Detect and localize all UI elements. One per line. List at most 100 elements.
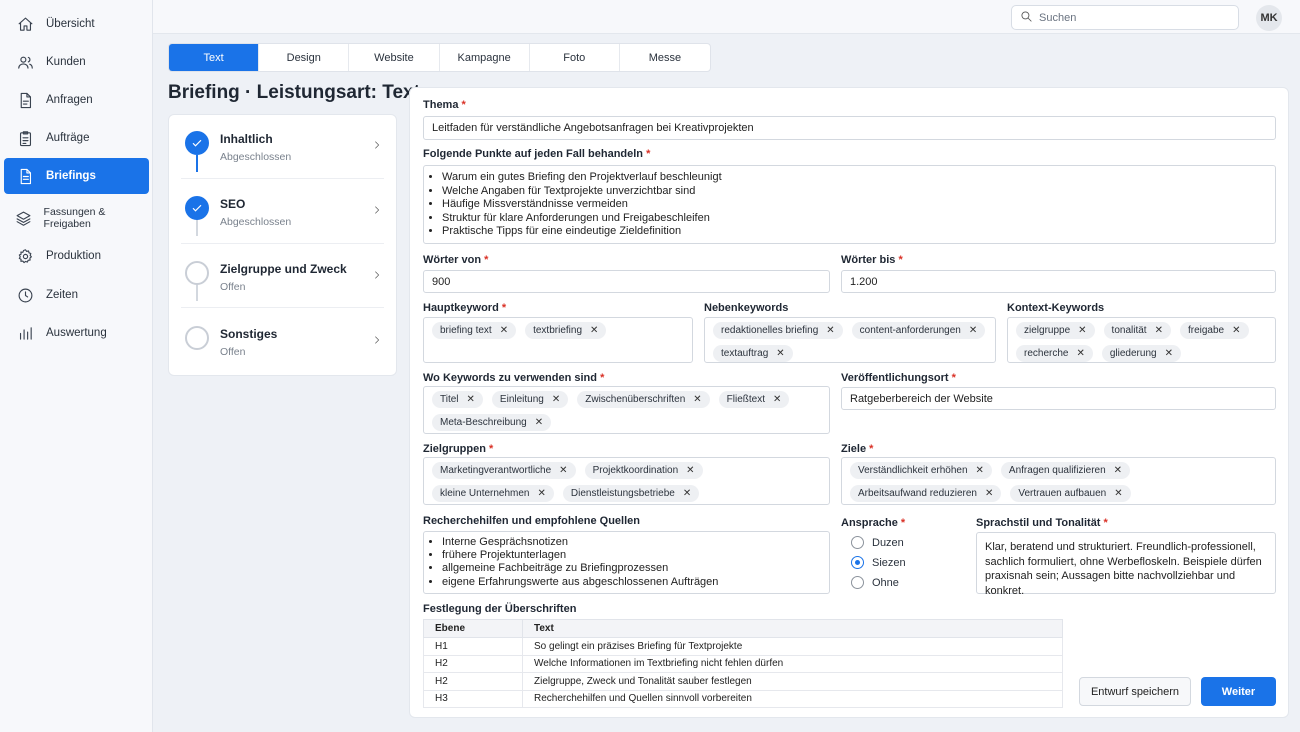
remove-chip-icon[interactable]: ✕ xyxy=(976,465,984,476)
remove-chip-icon[interactable]: ✕ xyxy=(559,465,567,476)
remove-chip-icon[interactable]: ✕ xyxy=(538,488,546,499)
veroeffentlichungsort-input[interactable]: Ratgeberbereich der Website xyxy=(841,387,1276,410)
table-row[interactable]: H2 Zielgruppe, Zweck und Tonalität saube… xyxy=(423,672,1063,691)
step-sonstiges[interactable]: Sonstiges Offen xyxy=(169,310,398,374)
remove-chip-icon[interactable]: ✕ xyxy=(776,348,784,359)
clipboard-icon xyxy=(4,130,46,147)
search-input[interactable] xyxy=(1039,11,1219,24)
table-row[interactable]: H1 So gelingt ein präzises Briefing für … xyxy=(423,637,1063,656)
remove-chip-icon[interactable]: ✕ xyxy=(1076,348,1084,359)
nav-item-zeiten[interactable]: Zeiten xyxy=(4,277,149,313)
bullet-item: Warum ein gutes Briefing den Projektverl… xyxy=(442,171,1267,185)
step-state: Abgeschlossen xyxy=(220,216,292,228)
avatar[interactable]: MK xyxy=(1256,5,1282,31)
radio-ohne[interactable]: Ohne xyxy=(851,576,899,589)
home-icon xyxy=(4,16,46,33)
sprachstil-textarea[interactable]: Klar, beratend und strukturiert. Freundl… xyxy=(976,532,1276,597)
nav-item-auswertung[interactable]: Auswertung xyxy=(4,315,149,351)
nebenkeywords-chip-input[interactable]: redaktionelles briefing ✕ content-anforde… xyxy=(704,317,996,363)
remove-chip-icon[interactable]: ✕ xyxy=(535,417,543,428)
tab-kampagne[interactable]: Kampagne xyxy=(440,44,530,71)
remove-chip-icon[interactable]: ✕ xyxy=(1078,325,1086,336)
step-seo[interactable]: SEO Abgeschlossen xyxy=(169,180,398,244)
nav-item-uebersicht[interactable]: Übersicht xyxy=(4,6,149,42)
radio-button-selected[interactable] xyxy=(851,556,864,569)
audience-chip: Dienstleistungsbetriebe ✕ xyxy=(562,485,700,502)
nav-item-briefings[interactable]: Briefings xyxy=(4,158,149,194)
tab-text[interactable]: Text xyxy=(169,44,260,71)
table-cell: H3 xyxy=(423,689,523,708)
nav-item-kunden[interactable]: Kunden xyxy=(4,44,149,80)
remove-chip-icon[interactable]: ✕ xyxy=(773,394,781,405)
bullet-item: allgemeine Fachbeiträge zu Briefingproze… xyxy=(442,562,821,575)
document-icon xyxy=(4,92,46,109)
remove-chip-icon[interactable]: ✕ xyxy=(552,394,560,405)
remove-chip-icon[interactable]: ✕ xyxy=(1165,348,1173,359)
table-row[interactable]: H3 Recherchehilfen und Quellen sinnvoll … xyxy=(423,689,1063,708)
remove-chip-icon[interactable]: ✕ xyxy=(693,394,701,405)
keyword-orte-chip-input[interactable]: Titel ✕ Einleitung ✕ Zwischenüberschriften… xyxy=(423,386,830,434)
thema-input[interactable]: Leitfaden für verständliche Angebotsanfr… xyxy=(423,116,1276,140)
sidebar: Übersicht Kunden Anfragen Aufträge Brief… xyxy=(0,0,153,732)
empty-circle-icon xyxy=(185,326,209,350)
check-icon xyxy=(185,131,209,155)
ziele-label: Ziele * xyxy=(841,443,874,455)
keyword-chip: zielgruppe ✕ xyxy=(1016,322,1095,339)
radio-duzen[interactable]: Duzen xyxy=(851,536,904,549)
remove-chip-icon[interactable]: ✕ xyxy=(1114,488,1122,499)
veroeffentlichungsort-label: Veröffentlichungsort * xyxy=(841,372,956,384)
nav-item-produktion[interactable]: Produktion xyxy=(4,238,149,274)
goal-chip: Arbeitsaufwand reduzieren ✕ xyxy=(850,485,1002,502)
tab-design[interactable]: Design xyxy=(259,44,350,71)
remove-chip-icon[interactable]: ✕ xyxy=(590,325,598,336)
save-draft-button[interactable]: Entwurf speichern xyxy=(1079,677,1191,706)
nav-item-auftraege[interactable]: Aufträge xyxy=(4,120,149,156)
table-row[interactable]: H2 Welche Informationen im Textbriefing … xyxy=(423,654,1063,673)
ziele-chip-input[interactable]: Verständlichkeit erhöhen ✕ Anfragen quali… xyxy=(841,457,1276,505)
remove-chip-icon[interactable]: ✕ xyxy=(826,325,834,336)
step-name: Zielgruppe und Zweck xyxy=(220,262,347,276)
punkte-textarea[interactable]: Warum ein gutes Briefing den Projektverl… xyxy=(423,165,1276,244)
nav-label: Anfragen xyxy=(46,94,93,106)
search-box[interactable] xyxy=(1011,5,1239,30)
remove-chip-icon[interactable]: ✕ xyxy=(686,465,694,476)
service-type-tabs: Text Design Website Kampagne Foto Messe xyxy=(168,43,711,72)
radio-button[interactable] xyxy=(851,536,864,549)
step-zielgruppe-zweck[interactable]: Zielgruppe und Zweck Offen xyxy=(169,245,398,309)
step-inhaltlich[interactable]: Inhaltlich Abgeschlossen xyxy=(169,115,398,179)
remove-chip-icon[interactable]: ✕ xyxy=(500,325,508,336)
radio-button[interactable] xyxy=(851,576,864,589)
remove-chip-icon[interactable]: ✕ xyxy=(1155,325,1163,336)
remove-chip-icon[interactable]: ✕ xyxy=(1232,325,1240,336)
layers-icon xyxy=(4,210,44,227)
keyword-chip: briefing text ✕ xyxy=(432,322,517,339)
remove-chip-icon[interactable]: ✕ xyxy=(1114,465,1122,476)
nav-label: Fassungen & Freigaben xyxy=(43,206,106,230)
remove-chip-icon[interactable]: ✕ xyxy=(467,394,475,405)
woerter-bis-input[interactable]: 1.200 xyxy=(841,270,1276,293)
table-cell: H2 xyxy=(423,654,523,673)
nav-item-fassungen[interactable]: Fassungen & Freigaben xyxy=(4,200,149,236)
radio-siezen[interactable]: Siezen xyxy=(851,556,906,569)
remove-chip-icon[interactable]: ✕ xyxy=(985,488,993,499)
hauptkeyword-chip-input[interactable]: briefing text ✕ textbriefing ✕ xyxy=(423,317,693,363)
chevron-right-icon xyxy=(372,205,382,215)
remove-chip-icon[interactable]: ✕ xyxy=(683,488,691,499)
empty-circle-icon xyxy=(185,261,209,285)
users-icon xyxy=(4,54,46,71)
tab-messe[interactable]: Messe xyxy=(620,44,710,71)
next-button[interactable]: Weiter xyxy=(1201,677,1276,706)
tab-foto[interactable]: Foto xyxy=(530,44,620,71)
chevron-right-icon xyxy=(372,270,382,280)
zielgruppen-chip-input[interactable]: Marketingverantwortliche ✕ Projektkoordin… xyxy=(423,457,830,505)
punkte-label: Folgende Punkte auf jeden Fall behandeln… xyxy=(423,148,651,160)
sprachstil-label: Sprachstil und Tonalität * xyxy=(976,517,1108,529)
recherche-textarea[interactable]: Interne Gesprächsnotizen frühere Projekt… xyxy=(423,531,830,594)
woerter-von-input[interactable]: 900 xyxy=(423,270,830,293)
kontext-keywords-chip-input[interactable]: zielgruppe ✕ tonalität ✕ freigabe ✕ recherc… xyxy=(1007,317,1276,363)
remove-chip-icon[interactable]: ✕ xyxy=(969,325,977,336)
goal-chip: Vertrauen aufbauen ✕ xyxy=(1010,485,1131,502)
table-header-row: Ebene Text xyxy=(423,619,1063,638)
nav-item-anfragen[interactable]: Anfragen xyxy=(4,82,149,118)
tab-website[interactable]: Website xyxy=(349,44,440,71)
